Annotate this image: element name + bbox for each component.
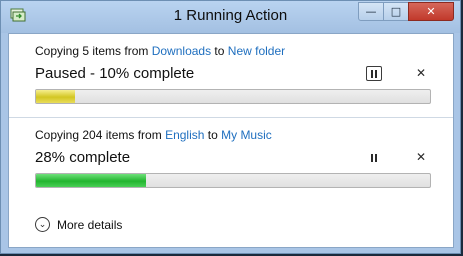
pause-icon [371,153,377,162]
progress-fill [36,90,76,103]
task-description: Copying 204 items from English to My Mus… [35,128,272,142]
minimize-icon: — [365,5,377,18]
more-details-toggle[interactable]: ⌄ More details [35,217,122,232]
destination-link[interactable]: My Music [221,128,272,142]
source-link[interactable]: English [165,128,204,142]
copy-progress-window: 1 Running Action — □ ✕ Copying 5 items f… [0,0,461,254]
operations-panel: Copying 5 items from Downloads to New fo… [8,33,454,248]
title-bar[interactable]: 1 Running Action — □ ✕ [1,1,460,33]
chevron-down-icon: ⌄ [35,217,50,232]
progress-bar [35,89,431,104]
task-status: 28% complete [35,149,131,166]
pause-button[interactable] [366,150,382,165]
copy-task-downloads: Copying 5 items from Downloads to New fo… [9,34,453,116]
progress-fill [36,174,147,187]
task-prefix: Copying 5 items from [35,44,152,58]
task-description: Copying 5 items from Downloads to New fo… [35,44,285,58]
more-details-label: More details [57,217,123,232]
close-icon: ✕ [426,5,436,18]
source-link[interactable]: Downloads [152,44,211,58]
pause-button[interactable] [366,66,382,81]
cancel-button[interactable]: ✕ [414,150,428,165]
maximize-icon: □ [390,5,402,18]
task-prefix: Copying 204 items from [35,128,166,142]
task-status: Paused - 10% complete [35,65,195,82]
copy-task-english: Copying 204 items from English to My Mus… [9,118,453,200]
task-connector: to [204,128,222,142]
pause-icon [371,69,377,78]
maximize-button[interactable]: □ [383,2,409,21]
minimize-button[interactable]: — [358,2,384,21]
close-window-button[interactable]: ✕ [408,2,454,21]
task-connector: to [211,44,228,58]
progress-bar [35,173,431,188]
destination-link[interactable]: New folder [228,44,285,58]
cancel-button[interactable]: ✕ [414,66,428,81]
